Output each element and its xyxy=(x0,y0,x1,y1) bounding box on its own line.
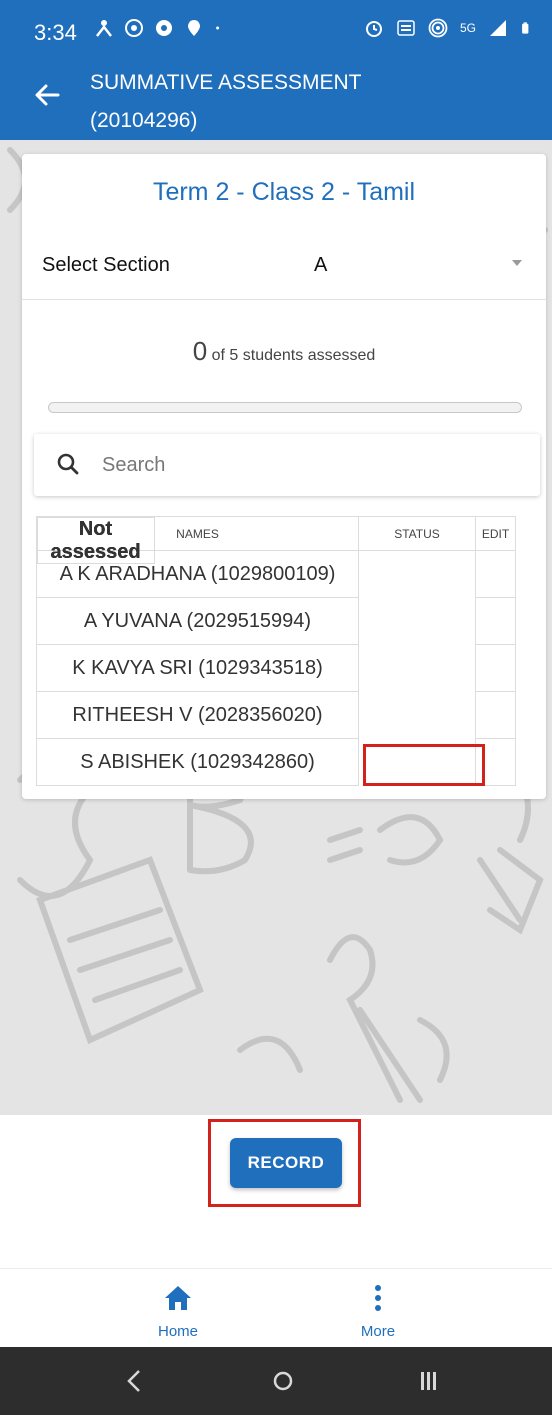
nav-home[interactable]: Home xyxy=(123,1284,233,1344)
nav-home-label: Home xyxy=(157,1323,198,1340)
student-edit[interactable] xyxy=(475,597,516,645)
search-icon xyxy=(57,453,79,475)
student-edit[interactable] xyxy=(475,691,516,739)
page-title-line2: (20104296) xyxy=(90,109,198,132)
hotspot-icon xyxy=(428,18,448,38)
activity-icon xyxy=(96,20,112,37)
arrow-left-icon[interactable] xyxy=(30,78,64,112)
student-name: RITHEESH V (2028356020) xyxy=(36,691,359,739)
student-name: A YUVANA (2029515994) xyxy=(36,597,359,645)
page-title: SUMMATIVE ASSESSMENT (20104296) xyxy=(90,64,362,140)
student-edit[interactable] xyxy=(475,644,516,692)
bottom-nav-divider xyxy=(0,1268,552,1269)
battery-icon xyxy=(522,22,529,34)
header-edit: EDIT xyxy=(475,516,516,551)
nav-more-label: More xyxy=(360,1323,396,1340)
section-value[interactable]: A xyxy=(314,254,327,277)
home-icon xyxy=(165,1286,191,1310)
student-name: S ABISHEK (1029342860) xyxy=(36,738,359,786)
assessment-progress-bar xyxy=(48,402,522,413)
assessed-count: 0 xyxy=(192,336,208,366)
top-bar: 3:34 5G SUMMATIVE ASSESSMENT (20104296) xyxy=(0,0,552,140)
chevron-down-icon[interactable] xyxy=(512,260,522,266)
status-time: 3:34 xyxy=(34,20,77,45)
student-edit[interactable] xyxy=(475,550,516,598)
students-table: NAMES STATUS EDIT A K ARADHANA (10298001… xyxy=(36,516,516,786)
whatsapp-icon xyxy=(125,19,143,37)
network-type: 5G xyxy=(459,21,476,35)
student-status[interactable]: Not assessed xyxy=(36,516,155,564)
alarm-icon xyxy=(365,21,382,37)
system-back-icon[interactable] xyxy=(120,1367,150,1395)
dot-icon xyxy=(216,26,220,30)
system-nav-bar xyxy=(0,1347,552,1415)
divider xyxy=(22,299,546,300)
location-icon xyxy=(188,20,200,36)
5g-signal-icon xyxy=(490,20,506,36)
student-edit[interactable] xyxy=(475,738,516,786)
volte-icon xyxy=(397,20,415,36)
table-row[interactable]: K KAVYA SRI (1029343518) Not assessed xyxy=(36,516,516,692)
card-title: Term 2 - Class 2 - Tamil xyxy=(152,178,416,206)
header-status: STATUS xyxy=(358,516,476,551)
section-label: Select Section xyxy=(42,254,170,276)
student-name: K KAVYA SRI (1029343518) xyxy=(36,644,359,692)
table-row[interactable]: S ABISHEK (1029342860) Not assessed xyxy=(36,516,516,786)
system-home-icon[interactable] xyxy=(268,1367,298,1395)
table-row[interactable]: A YUVANA (2029515994) Not assessed xyxy=(36,516,516,645)
nav-more[interactable]: More xyxy=(323,1284,433,1344)
status-bar: 3:34 5G xyxy=(0,0,552,56)
record-button[interactable]: RECORD xyxy=(230,1138,342,1188)
table-row[interactable]: RITHEESH V (2028356020) Not assessed xyxy=(36,516,516,739)
search-input[interactable] xyxy=(102,446,512,484)
more-vertical-icon xyxy=(375,1285,381,1311)
search-box[interactable] xyxy=(34,434,540,496)
system-recents-icon[interactable] xyxy=(414,1367,444,1395)
assessed-summary: 0 of 5 students assessed xyxy=(22,336,546,367)
page-title-line1: SUMMATIVE ASSESSMENT xyxy=(90,71,362,94)
assessed-text: of 5 students assessed xyxy=(211,347,376,364)
chat-icon xyxy=(156,20,172,36)
assessment-card: Term 2 - Class 2 - Tamil Select Section … xyxy=(22,154,546,799)
